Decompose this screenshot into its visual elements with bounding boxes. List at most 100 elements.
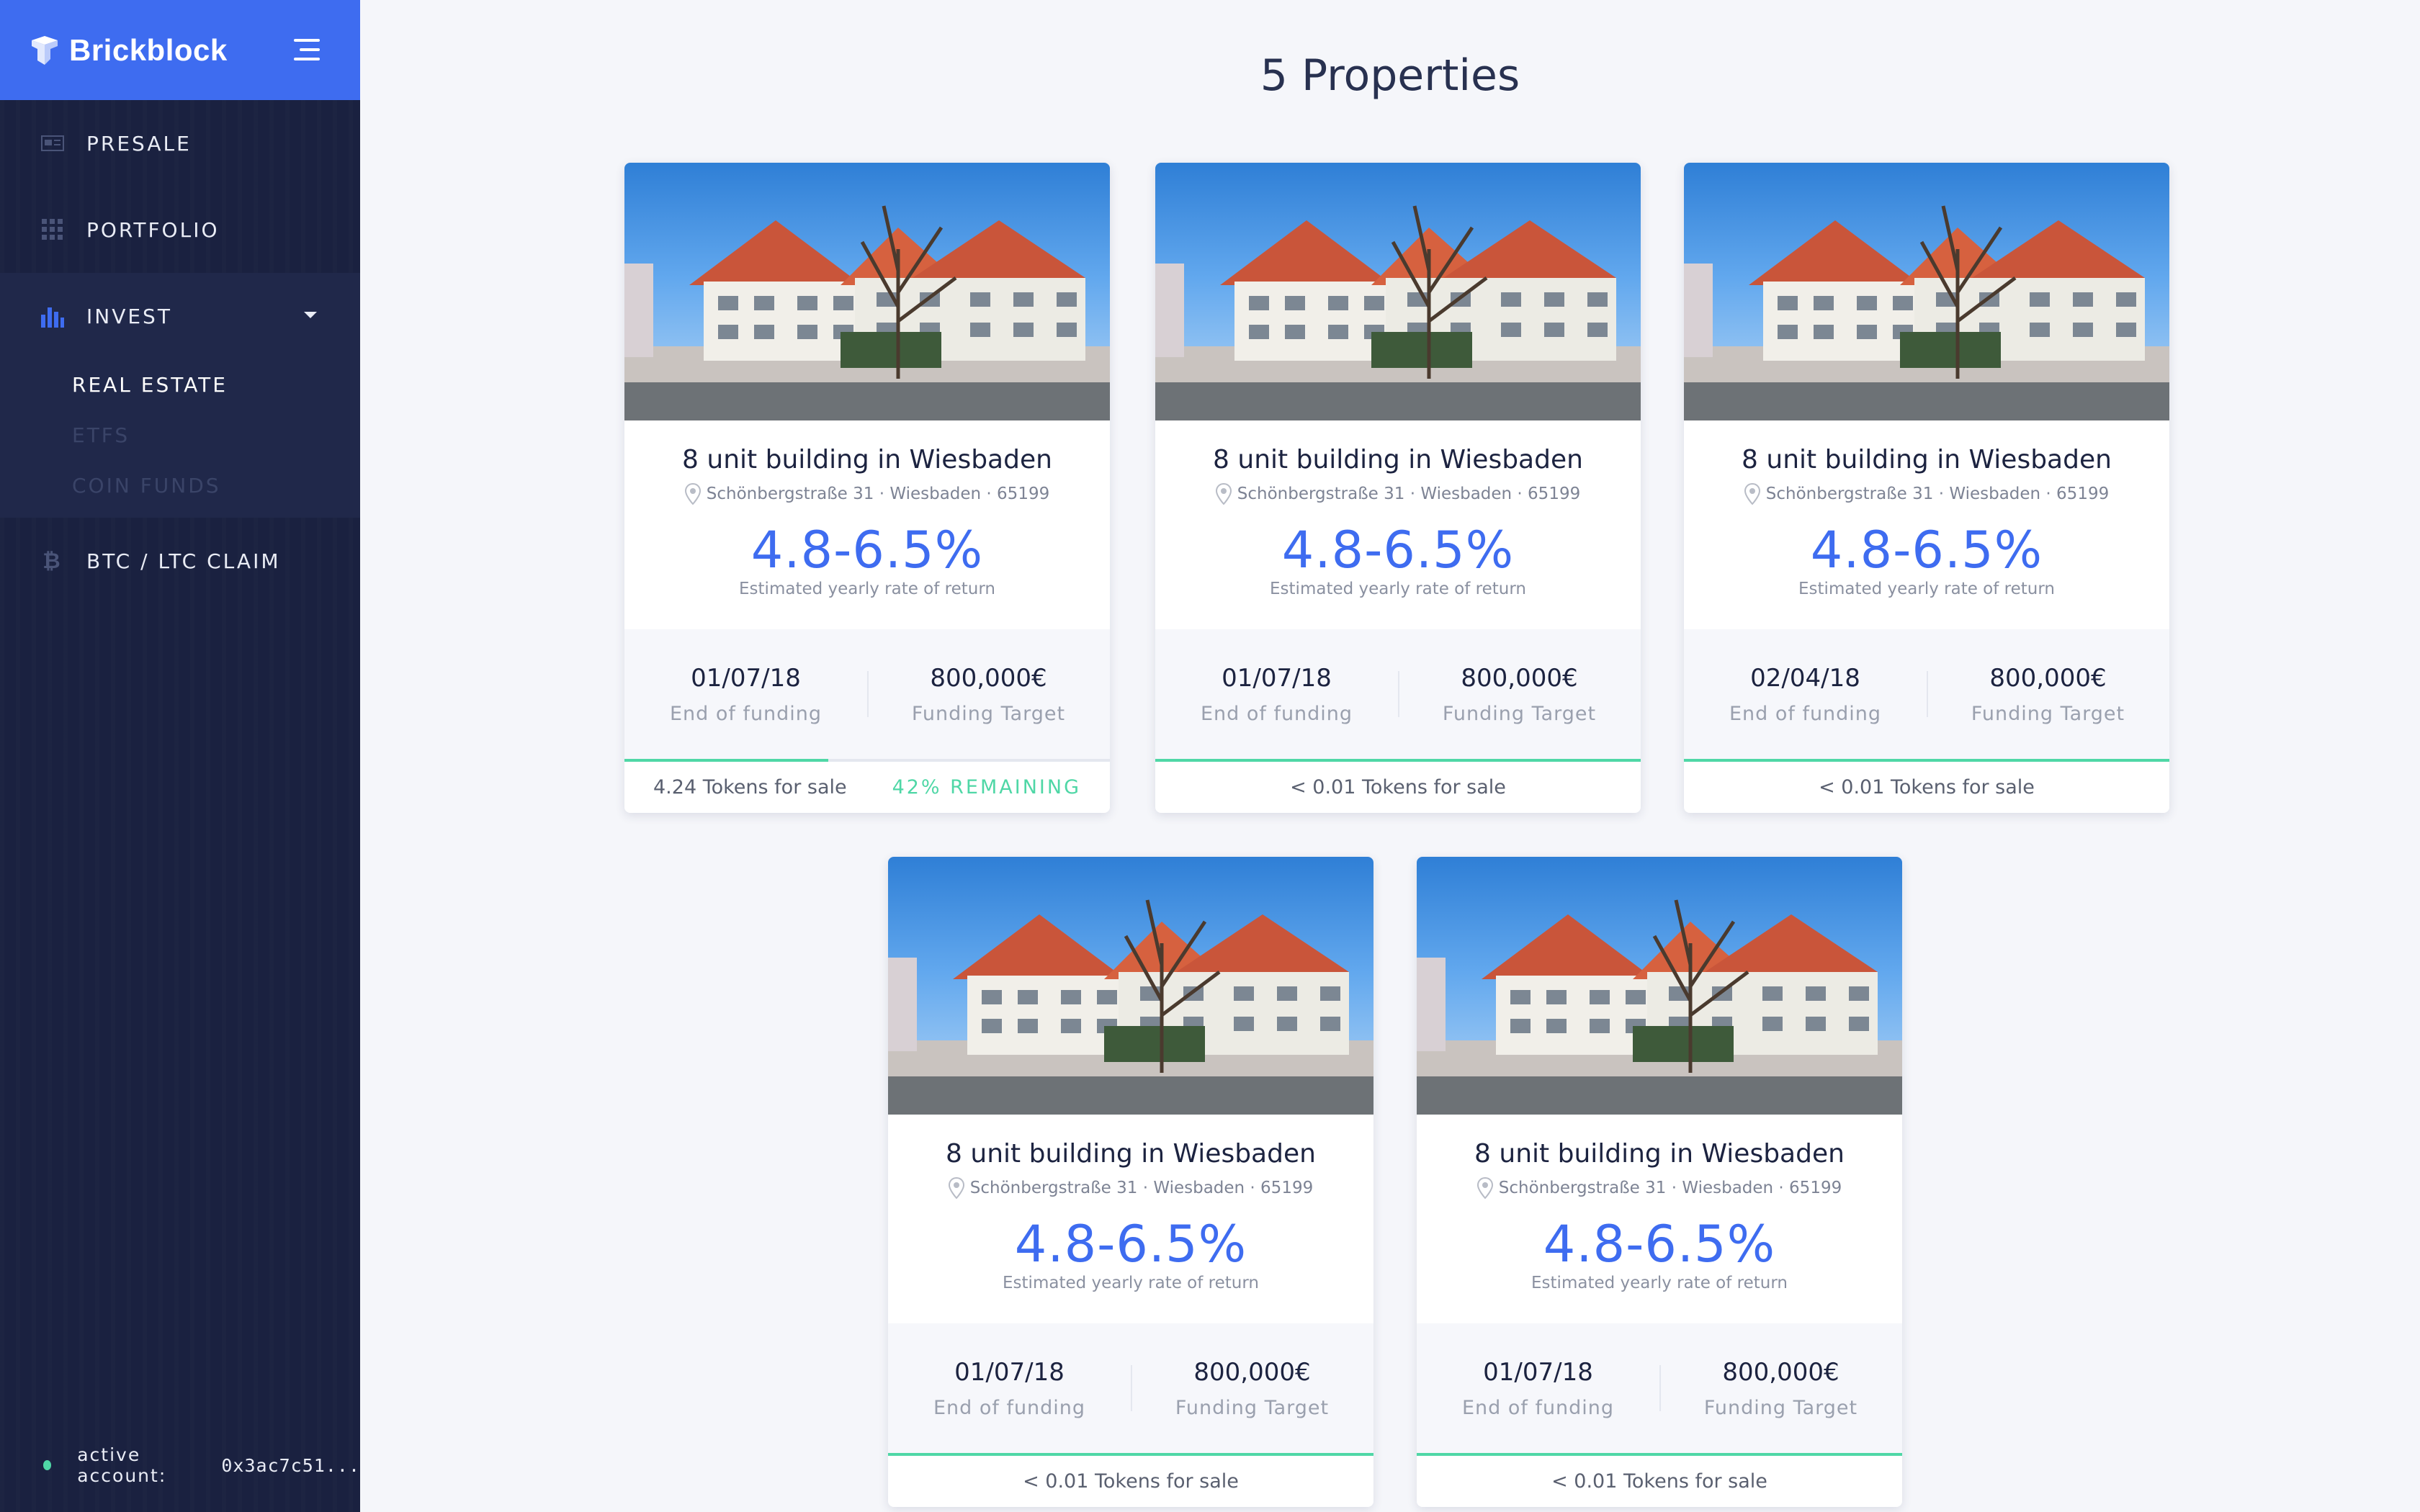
property-card[interactable]: 8 unit building in Wiesbaden Schönbergst… [624, 163, 1110, 813]
property-photo [888, 857, 1373, 1115]
property-name[interactable]: 8 unit building in Wiesbaden [1417, 1139, 1902, 1169]
property-address: Schönbergstraße 31 · Wiesbaden · 65199 [1684, 483, 2169, 505]
end-date-value: 01/07/18 [691, 663, 801, 693]
funding-target-label: Funding Target [911, 702, 1066, 725]
end-date-value: 02/04/18 [1750, 663, 1860, 693]
location-pin-icon [1744, 483, 1760, 505]
divider [1131, 1365, 1132, 1411]
sidebar-item-presale[interactable]: PRESALE [0, 100, 360, 186]
return-rate-label: Estimated yearly rate of return [1003, 1274, 1259, 1292]
card-footer: < 0.01 Tokens for sale [888, 1456, 1373, 1507]
funding-target-label: Funding Target [1971, 702, 2125, 725]
funding-target-label: Funding Target [1703, 1396, 1858, 1419]
divider [1398, 671, 1399, 717]
chevron-down-icon [304, 312, 317, 318]
funding-progress-fill [1684, 759, 2169, 762]
property-info: 8 unit building in Wiesbaden Schönbergst… [1417, 1115, 1902, 1323]
bitcoin-icon: ₿ [42, 548, 63, 574]
funding-stats: 02/04/18 End of funding 800,000€ Funding… [1684, 629, 2169, 759]
property-photo [1684, 163, 2169, 420]
property-card[interactable]: 8 unit building in Wiesbaden Schönbergst… [1417, 857, 1902, 1507]
property-name[interactable]: 8 unit building in Wiesbaden [1684, 445, 2169, 474]
account-address[interactable]: 0x3ac7c51... [221, 1455, 360, 1476]
sidebar-item-label: PORTFOLIO [86, 217, 220, 242]
funding-progress-bar [888, 1453, 1373, 1456]
end-of-funding: 02/04/18 End of funding [1684, 664, 1927, 725]
sidebar-item-label: PRESALE [86, 131, 192, 156]
funding-stats: 01/07/18 End of funding 800,000€ Funding… [1155, 629, 1641, 759]
tokens-for-sale: < 0.01 Tokens for sale [1551, 1470, 1767, 1493]
funding-progress-bar [1417, 1453, 1902, 1456]
address-text: Schönbergstraße 31 · Wiesbaden · 65199 [1765, 485, 2110, 503]
card-footer: < 0.01 Tokens for sale [1155, 762, 1641, 813]
property-name[interactable]: 8 unit building in Wiesbaden [624, 445, 1110, 474]
property-card[interactable]: 8 unit building in Wiesbaden Schönbergst… [888, 857, 1373, 1507]
return-rate-label: Estimated yearly rate of return [1531, 1274, 1788, 1292]
property-info: 8 unit building in Wiesbaden Schönbergst… [624, 420, 1110, 629]
end-date-label: End of funding [1729, 702, 1882, 725]
sidebar-item-portfolio[interactable]: PORTFOLIO [0, 186, 360, 273]
end-date-label: End of funding [1200, 702, 1353, 725]
sidebar-item-label: BTC / LTC CLAIM [86, 549, 281, 573]
address-text: Schönbergstraße 31 · Wiesbaden · 65199 [969, 1179, 1314, 1197]
brickblock-logo-icon [32, 35, 58, 65]
active-account: active account: 0x3ac7c51... [43, 1444, 360, 1486]
sidebar-item-invest[interactable]: INVEST [0, 273, 360, 359]
property-photo [624, 163, 1110, 420]
funding-target: 800,000€ Funding Target [1927, 664, 2169, 725]
property-address: Schönbergstraße 31 · Wiesbaden · 65199 [624, 483, 1110, 505]
card-footer: 4.24 Tokens for sale 42% REMAINING [624, 762, 1110, 813]
card-footer: < 0.01 Tokens for sale [1684, 762, 2169, 813]
funding-target-value: 800,000€ [1461, 663, 1578, 693]
funding-progress-fill [1155, 759, 1641, 762]
property-card[interactable]: 8 unit building in Wiesbaden Schönbergst… [1155, 163, 1641, 813]
return-rate: 4.8-6.5% [1543, 1215, 1776, 1274]
property-name[interactable]: 8 unit building in Wiesbaden [1155, 445, 1641, 474]
sidebar: Brickblock PRESALE PORTFOLIO INVEST REAL… [0, 0, 360, 1512]
tokens-for-sale: < 0.01 Tokens for sale [1290, 776, 1506, 798]
funding-progress-bar [624, 759, 1110, 762]
sidebar-subitem-coin-funds[interactable]: COIN FUNDS [72, 460, 360, 510]
end-date-value: 01/07/18 [1483, 1357, 1593, 1387]
end-of-funding: 01/07/18 End of funding [624, 664, 867, 725]
card-footer: < 0.01 Tokens for sale [1417, 1456, 1902, 1507]
property-info: 8 unit building in Wiesbaden Schönbergst… [1155, 420, 1641, 629]
property-address: Schönbergstraße 31 · Wiesbaden · 65199 [1417, 1177, 1902, 1199]
account-label: active account: [77, 1444, 167, 1486]
funding-progress-fill [888, 1453, 1373, 1456]
return-rate-label: Estimated yearly rate of return [1798, 580, 2055, 598]
tokens-for-sale: < 0.01 Tokens for sale [1023, 1470, 1239, 1493]
presale-icon [40, 132, 65, 154]
menu-toggle-icon[interactable] [294, 39, 320, 62]
funding-target-label: Funding Target [1175, 1396, 1330, 1419]
funding-target: 800,000€ Funding Target [1131, 1358, 1373, 1419]
sidebar-item-btc-ltc-claim[interactable]: ₿ BTC / LTC CLAIM [0, 518, 360, 604]
divider [867, 671, 869, 717]
end-date-value: 01/07/18 [1222, 663, 1332, 693]
remaining-badge: 42% REMAINING [892, 776, 1081, 798]
funding-target-value: 800,000€ [1722, 1357, 1839, 1387]
funding-progress-fill [1417, 1453, 1902, 1456]
property-address: Schönbergstraße 31 · Wiesbaden · 65199 [1155, 483, 1641, 505]
invest-submenu: REAL ESTATE ETFS COIN FUNDS [0, 359, 360, 518]
brand-header: Brickblock [0, 0, 360, 100]
sidebar-subitem-real-estate[interactable]: REAL ESTATE [72, 359, 360, 410]
address-text: Schönbergstraße 31 · Wiesbaden · 65199 [706, 485, 1050, 503]
end-of-funding: 01/07/18 End of funding [1417, 1358, 1659, 1419]
funding-target: 800,000€ Funding Target [1398, 664, 1641, 725]
sidebar-subitem-etfs[interactable]: ETFS [72, 410, 360, 460]
funding-target: 800,000€ Funding Target [867, 664, 1110, 725]
status-dot-icon [43, 1460, 52, 1470]
funding-progress-bar [1684, 759, 2169, 762]
page-title: 5 Properties [1260, 50, 1520, 101]
property-info: 8 unit building in Wiesbaden Schönbergst… [1684, 420, 2169, 629]
address-text: Schönbergstraße 31 · Wiesbaden · 65199 [1237, 485, 1581, 503]
brand-name: Brickblock [69, 32, 228, 67]
return-rate-label: Estimated yearly rate of return [1270, 580, 1526, 598]
property-name[interactable]: 8 unit building in Wiesbaden [888, 1139, 1373, 1169]
divider [1927, 671, 1928, 717]
property-card[interactable]: 8 unit building in Wiesbaden Schönbergst… [1684, 163, 2169, 813]
funding-target: 800,000€ Funding Target [1659, 1358, 1902, 1419]
property-info: 8 unit building in Wiesbaden Schönbergst… [888, 1115, 1373, 1323]
property-photo [1417, 857, 1902, 1115]
